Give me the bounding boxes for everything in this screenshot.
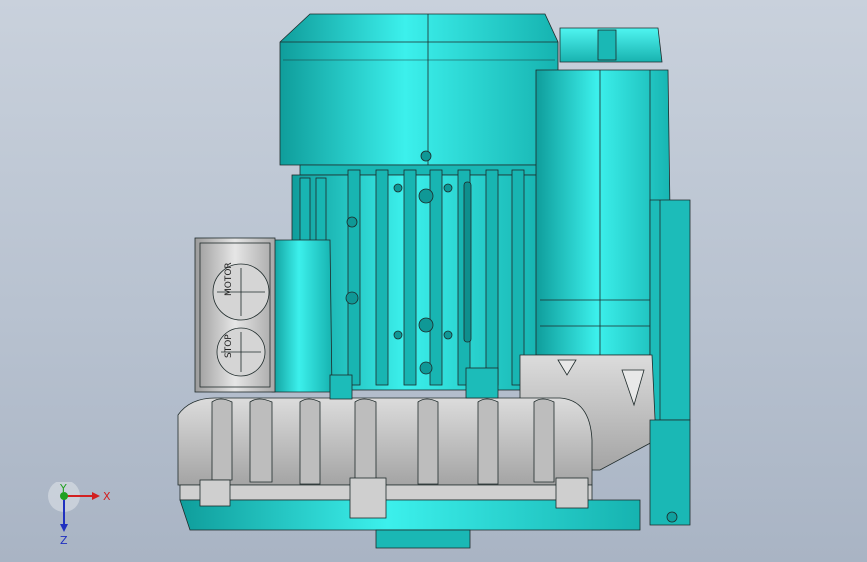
z-axis-label: Z (60, 534, 68, 546)
stop-plate-label: STOP (224, 334, 234, 358)
motor-cap[interactable] (279, 13, 559, 176)
graphics-viewport[interactable]: MOTOR STOP X Y Z (0, 0, 867, 562)
y-axis-label: Y (59, 482, 67, 495)
terminal-box[interactable] (194, 237, 333, 393)
motor-plate-label: MOTOR (224, 262, 234, 296)
blower-model[interactable]: MOTOR STOP (0, 0, 867, 562)
coordinate-triad: X Y Z (48, 482, 111, 546)
x-axis-label: X (103, 490, 111, 503)
